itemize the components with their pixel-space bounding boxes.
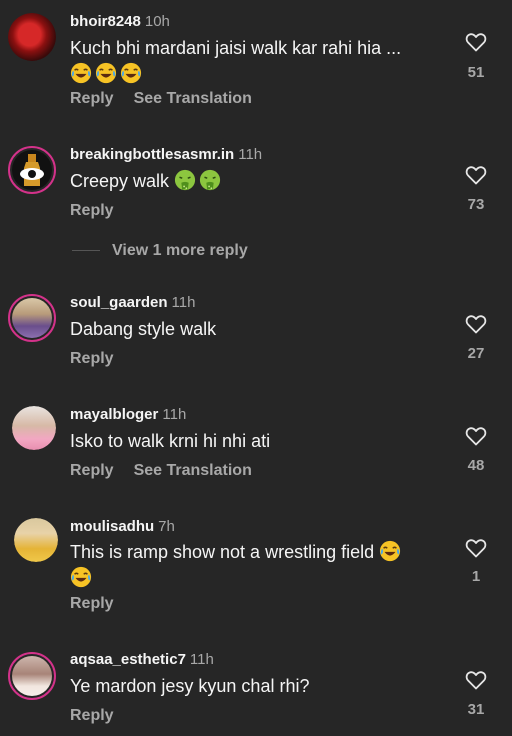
comment-body: Dabang style walk bbox=[70, 319, 217, 339]
laughing-emoji-icon bbox=[70, 62, 92, 84]
comment-meta: moulisadhu 7h bbox=[70, 518, 175, 536]
laughing-emoji-icon bbox=[95, 62, 117, 84]
comment-meta: aqsaa_esthetic7 11h bbox=[70, 651, 214, 669]
like-button[interactable] bbox=[462, 312, 490, 336]
username[interactable]: bhoir8248 bbox=[70, 13, 141, 30]
comment-actions: Reply bbox=[70, 707, 134, 725]
comment-text: Isko to walk krni hi nhi ati bbox=[70, 428, 430, 454]
laughing-emoji-icon bbox=[379, 540, 401, 562]
laughing-emoji-icon bbox=[120, 62, 142, 84]
timestamp: 10h bbox=[144, 13, 170, 30]
see-translation-button[interactable]: See Translation bbox=[134, 462, 252, 479]
view-more-replies-label: View 1 more reply bbox=[112, 242, 248, 259]
vomiting-emoji-icon bbox=[199, 169, 221, 191]
comment-text: Creepy walk bbox=[70, 168, 430, 194]
like-button[interactable] bbox=[462, 536, 490, 560]
like-count: 73 bbox=[467, 196, 485, 213]
comment-body: Creepy walk bbox=[70, 171, 170, 191]
timestamp: 7h bbox=[158, 518, 175, 535]
divider-line bbox=[72, 250, 100, 252]
laughing-emoji-icon bbox=[70, 566, 92, 588]
reply-button[interactable]: Reply bbox=[70, 707, 114, 724]
like-count: 51 bbox=[467, 64, 485, 81]
comment-body: Isko to walk krni hi nhi ati bbox=[70, 431, 271, 451]
timestamp: 11h bbox=[238, 146, 263, 163]
avatar[interactable] bbox=[8, 13, 56, 61]
comment-text: Dabang style walk bbox=[70, 316, 430, 342]
timestamp: 11h bbox=[189, 651, 214, 668]
comment-actions: Reply See Translation bbox=[70, 90, 272, 108]
heart-outline-icon bbox=[464, 30, 488, 54]
comment-meta: soul_gaarden 11h bbox=[70, 294, 195, 312]
avatar[interactable] bbox=[8, 146, 56, 194]
like-count: 27 bbox=[467, 345, 485, 362]
heart-outline-icon bbox=[464, 163, 488, 187]
like-count: 1 bbox=[471, 568, 481, 585]
avatar[interactable] bbox=[14, 518, 58, 562]
see-translation-button[interactable]: See Translation bbox=[134, 90, 252, 107]
comment-text: Ye mardon jesy kyun chal rhi? bbox=[70, 673, 430, 699]
comment-text: This is ramp show not a wrestling field bbox=[70, 539, 430, 591]
like-button[interactable] bbox=[462, 424, 490, 448]
username[interactable]: soul_gaarden bbox=[70, 294, 168, 311]
comment-actions: Reply bbox=[70, 595, 134, 613]
username[interactable]: moulisadhu bbox=[70, 518, 154, 535]
like-button[interactable] bbox=[462, 30, 490, 54]
reply-button[interactable]: Reply bbox=[70, 350, 114, 367]
comment-actions: Reply bbox=[70, 350, 134, 368]
heart-outline-icon bbox=[464, 312, 488, 336]
like-button[interactable] bbox=[462, 163, 490, 187]
avatar[interactable] bbox=[12, 406, 56, 450]
comment-actions: Reply bbox=[70, 202, 134, 220]
like-count: 48 bbox=[467, 457, 485, 474]
timestamp: 11h bbox=[162, 406, 187, 423]
heart-outline-icon bbox=[464, 536, 488, 560]
comment-body: This is ramp show not a wrestling field bbox=[70, 542, 375, 562]
like-button[interactable] bbox=[462, 668, 490, 692]
reply-button[interactable]: Reply bbox=[70, 90, 114, 107]
username[interactable]: breakingbottlesasmr.in bbox=[70, 146, 234, 163]
username[interactable]: aqsaa_esthetic7 bbox=[70, 651, 186, 668]
heart-outline-icon bbox=[464, 668, 488, 692]
heart-outline-icon bbox=[464, 424, 488, 448]
comment-text: Kuch bhi mardani jaisi walk kar rahi hia… bbox=[70, 35, 430, 87]
view-more-replies-button[interactable]: View 1 more reply bbox=[72, 242, 248, 260]
comment-actions: Reply See Translation bbox=[70, 462, 272, 480]
comment-meta: mayalbloger 11h bbox=[70, 406, 186, 424]
comment-body: Kuch bhi mardani jaisi walk kar rahi hia… bbox=[70, 38, 402, 58]
timestamp: 11h bbox=[171, 294, 196, 311]
like-count: 31 bbox=[467, 701, 485, 718]
reply-button[interactable]: Reply bbox=[70, 202, 114, 219]
vomiting-emoji-icon bbox=[174, 169, 196, 191]
username[interactable]: mayalbloger bbox=[70, 406, 158, 423]
reply-button[interactable]: Reply bbox=[70, 462, 114, 479]
avatar[interactable] bbox=[8, 294, 56, 342]
comment-meta: breakingbottlesasmr.in 11h bbox=[70, 146, 262, 164]
reply-button[interactable]: Reply bbox=[70, 595, 114, 612]
comment-meta: bhoir8248 10h bbox=[70, 13, 170, 31]
comment-body: Ye mardon jesy kyun chal rhi? bbox=[70, 676, 310, 696]
bottle-eye-logo-icon bbox=[20, 154, 44, 186]
avatar[interactable] bbox=[8, 652, 56, 700]
